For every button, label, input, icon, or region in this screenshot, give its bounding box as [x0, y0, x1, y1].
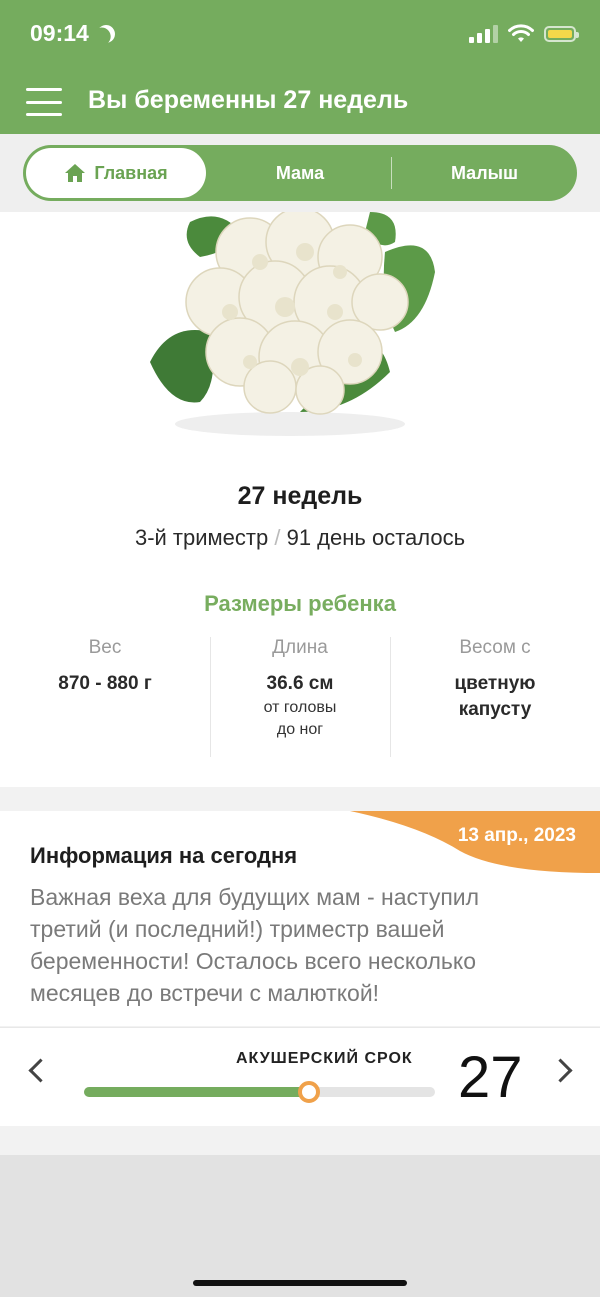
status-time-text: 09:14	[30, 20, 89, 46]
page-title: Вы беременны 27 недель	[88, 86, 409, 114]
signal-icon	[469, 25, 498, 43]
tab-home[interactable]: Главная	[26, 148, 206, 198]
compare-value-line2: капусту	[458, 699, 532, 720]
bottom-area	[0, 1155, 600, 1297]
info-card: 13 апр., 2023 Информация на сегодня Важн…	[0, 811, 600, 1026]
week-card: 27 недель 3-й триместр / 91 день осталос…	[0, 212, 600, 787]
info-text: Важная веха для будущих мам - наступил т…	[30, 884, 480, 1006]
tab-mama-label: Мама	[275, 162, 325, 183]
term-week-number: 27	[458, 1045, 523, 1110]
weight-label: Вес	[88, 637, 122, 658]
term-label: АКУШЕРСКИЙ СРОК	[236, 1050, 413, 1067]
tab-mama[interactable]: Мама	[209, 145, 391, 201]
weight-value: 870 - 880 г	[58, 673, 152, 694]
moon-icon	[94, 21, 119, 46]
menu-button[interactable]	[26, 88, 62, 116]
length-note-line1: от головы	[263, 699, 337, 716]
status-time: 09:14	[30, 20, 115, 47]
tab-baby-label: Малыш	[450, 162, 519, 183]
term-slider-knob[interactable]	[297, 1081, 320, 1103]
date-badge: 13 апр., 2023	[457, 825, 576, 846]
trimester-text: 3-й триместр	[134, 525, 269, 550]
tab-home-label: Главная	[94, 162, 168, 183]
week-title: 27 недель	[237, 482, 363, 510]
home-icon	[65, 164, 86, 182]
separator: /	[274, 525, 281, 550]
term-card: АКУШЕРСКИЙ СРОК 27	[0, 1027, 600, 1126]
week-subtitle: 3-й триместр / 91 день осталось	[0, 525, 600, 551]
cauliflower-image	[150, 212, 435, 436]
chevron-right-icon[interactable]	[548, 1058, 573, 1083]
info-title: Информация на сегодня	[30, 843, 298, 868]
length-note-line2: до ног	[276, 721, 324, 738]
baby-size-title: Размеры ребенка	[204, 591, 396, 616]
compare-value-line1: цветную	[454, 673, 536, 694]
wifi-icon	[508, 24, 534, 42]
length-value: 36.6 см	[266, 673, 334, 694]
term-slider[interactable]	[84, 1081, 435, 1103]
days-left-text: 91 день осталось	[286, 525, 466, 550]
app-header: 09:14 Вы беременны 27 недель	[0, 0, 600, 134]
compare-column: Весом с цветную капусту	[390, 637, 600, 757]
chevron-left-icon[interactable]	[28, 1058, 53, 1083]
length-column: Длина 36.6 см от головы до ног	[210, 637, 390, 757]
battery-icon	[544, 26, 579, 42]
tabbar-container: Главная Мама Малыш	[0, 134, 600, 212]
length-label: Длина	[272, 637, 328, 658]
status-icons	[469, 24, 579, 44]
compare-label: Весом с	[459, 637, 531, 658]
tab-baby[interactable]: Малыш	[392, 145, 577, 201]
segmented-tabs: Главная Мама Малыш	[23, 145, 577, 201]
term-slider-fill	[84, 1087, 309, 1097]
home-indicator	[193, 1280, 407, 1286]
weight-column: Вес 870 - 880 г	[0, 637, 210, 757]
